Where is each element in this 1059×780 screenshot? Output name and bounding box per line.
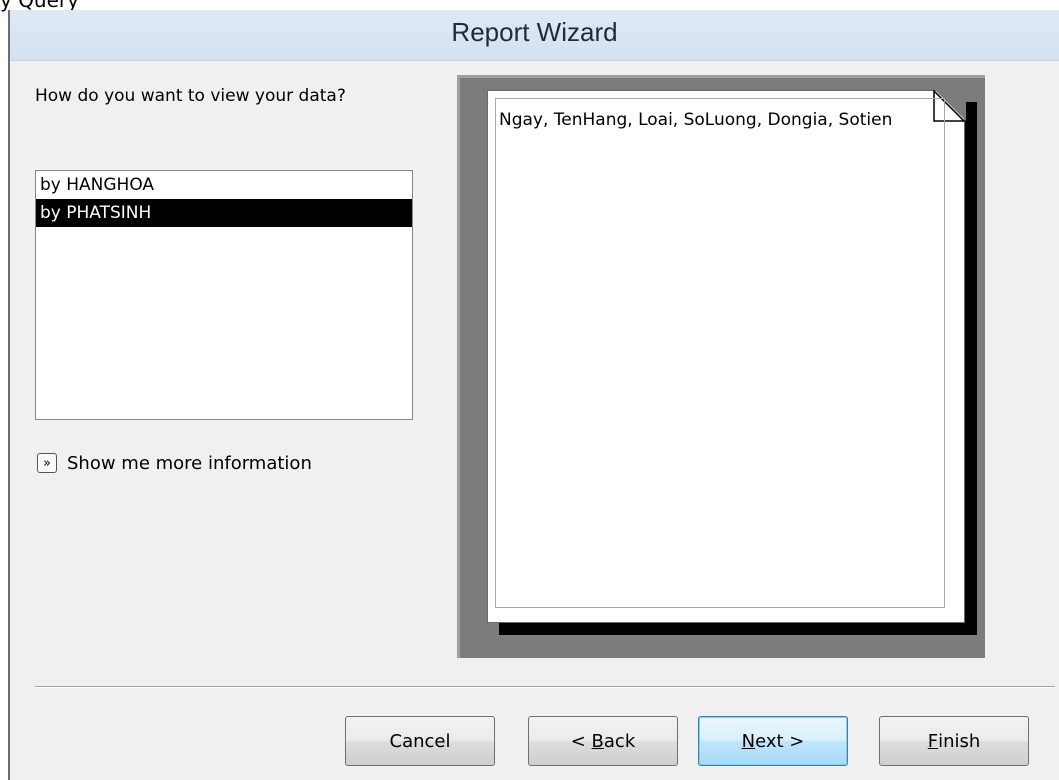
view-question-label: How do you want to view your data?: [35, 86, 346, 106]
cancel-button[interactable]: Cancel: [345, 716, 495, 766]
next-button-rest: ext >: [755, 730, 805, 752]
view-listbox[interactable]: by HANGHOA by PHATSINH: [35, 170, 413, 420]
back-button[interactable]: < Back: [528, 716, 678, 766]
preview-group-box: Ngay, TenHang, Loai, SoLuong, Dongia, So…: [495, 98, 945, 608]
double-chevron-right-icon[interactable]: »: [37, 453, 57, 473]
back-button-mnemonic: B: [591, 730, 604, 752]
background-window-text: y Query: [0, 0, 79, 12]
preview-fields-text: Ngay, TenHang, Loai, SoLuong, Dongia, So…: [499, 110, 893, 130]
finish-button-rest: inish: [938, 730, 981, 752]
next-button-mnemonic: N: [741, 730, 756, 752]
preview-page: Ngay, TenHang, Loai, SoLuong, Dongia, So…: [487, 89, 966, 623]
list-item-by-hanghoa[interactable]: by HANGHOA: [36, 171, 412, 199]
finish-button[interactable]: Finish: [879, 716, 1029, 766]
back-button-prefix: <: [570, 730, 592, 752]
finish-button-mnemonic: F: [927, 730, 939, 752]
list-item-by-phatsinh[interactable]: by PHATSINH: [36, 199, 412, 227]
screen: y Query Report Wizard How do you want to…: [0, 0, 1059, 780]
show-more-info-label: Show me more information: [67, 452, 312, 474]
next-button[interactable]: Next >: [698, 716, 848, 766]
window-title: Report Wizard: [451, 17, 618, 47]
footer-separator: [35, 686, 1055, 688]
back-button-rest: ack: [603, 730, 636, 752]
title-bar[interactable]: Report Wizard: [10, 10, 1059, 61]
show-more-info-link[interactable]: » Show me more information: [37, 450, 312, 476]
report-wizard-dialog: Report Wizard How do you want to view yo…: [8, 10, 1059, 780]
cancel-button-label: Cancel: [389, 730, 451, 752]
report-preview-pane: Ngay, TenHang, Loai, SoLuong, Dongia, So…: [457, 75, 985, 658]
